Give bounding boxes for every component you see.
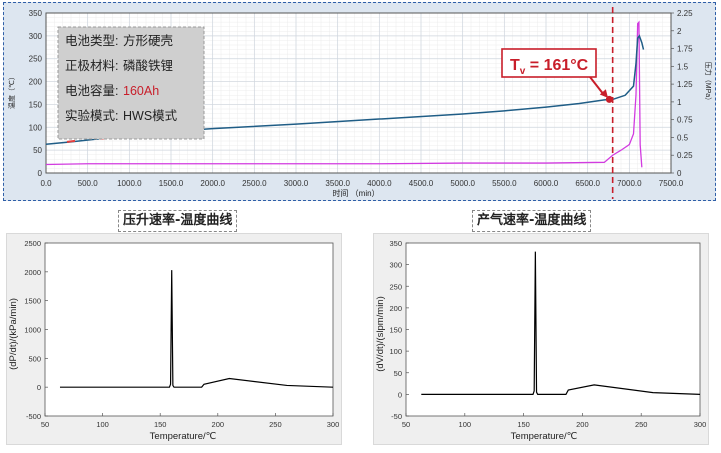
right-chart-title: 产气速率-温度曲线 [472, 210, 592, 232]
main-x-tick-label: 6500.0 [575, 179, 600, 188]
info-box: 电池类型: 方形硬壳 正极材料: 磷酸铁锂 电池容量: 160Ah 实验模式: … [57, 26, 205, 140]
main-x-tick-label: 7000.0 [617, 179, 642, 188]
x-tick-label: 250 [635, 420, 648, 429]
main-x-tick-label: 3000.0 [284, 179, 309, 188]
y-tick-label: 50 [394, 369, 402, 378]
main-x-tick-label: 1500.0 [159, 179, 184, 188]
main-y-tick-label: 150 [29, 100, 43, 109]
y-tick-label: 2000 [24, 268, 41, 277]
main-y2-tick-label: 1.5 [677, 62, 689, 71]
y-tick-label: 350 [389, 239, 402, 248]
main-y2-tick-label: 0.5 [677, 133, 689, 142]
main-y-tick-label: 300 [29, 32, 43, 41]
y-tick-label: 300 [389, 261, 402, 270]
y-tick-label: 0 [398, 390, 402, 399]
left-chart-title: 压升速率-温度曲线 [118, 210, 238, 232]
y-tick-label: 200 [389, 304, 402, 313]
main-x-tick-label: 4500.0 [409, 179, 434, 188]
main-x-tick-label: 3500.0 [325, 179, 350, 188]
main-x-tick-label: 5000.0 [450, 179, 475, 188]
x-tick-label: 50 [41, 420, 49, 429]
tv-point-marker [605, 95, 613, 103]
main-y-tick-label: 100 [29, 123, 43, 132]
main-y-tick-label: 200 [29, 78, 43, 87]
x-tick-label: 100 [96, 420, 109, 429]
y-tick-label: 0 [37, 383, 41, 392]
info-value-capacity: 160Ah [123, 84, 159, 98]
y-tick-label: 250 [389, 282, 402, 291]
right-x-axis-label: Temperature/℃ [511, 431, 578, 442]
info-label-capacity: 电池容量: [65, 83, 118, 98]
x-tick-label: 50 [402, 420, 410, 429]
info-value-mode: HWS模式 [123, 109, 178, 123]
main-y2-tick-label: 0.75 [677, 116, 693, 125]
x-tick-label: 200 [212, 420, 225, 429]
main-y-ticks: 0 50 100 150 200 250 300 350 [29, 9, 43, 178]
main-y2-tick-label: 1.75 [677, 45, 693, 54]
main-y2-tick-label: 1.25 [677, 80, 693, 89]
right-plot-area [405, 242, 701, 417]
x-tick-label: 100 [459, 420, 472, 429]
main-chart: 0.0 500.0 1000.0 1500.0 2000.0 2500.0 3000.0 35… [7, 7, 713, 199]
left-x-axis-label: Temperature/℃ [150, 431, 217, 442]
main-x-tick-label: 500.0 [78, 179, 99, 188]
main-x-tick-label: 7500.0 [659, 179, 684, 188]
right-y-axis-label: (dV/dt)/(slpm/min) [375, 296, 386, 371]
main-x-tick-label: 1000.0 [117, 179, 142, 188]
main-x-tick-label: 2000.0 [200, 179, 225, 188]
main-x-tick-label: 2500.0 [242, 179, 267, 188]
main-chart-panel: 0.0 500.0 1000.0 1500.0 2000.0 2500.0 3000.0 35… [3, 2, 716, 201]
main-x-tick-label: 0.0 [40, 179, 52, 188]
main-x-tick-label: 6000.0 [534, 179, 559, 188]
main-y-axis-label: 温度（℃） [7, 73, 16, 109]
x-tick-label: 250 [269, 420, 282, 429]
y-tick-label: 100 [389, 347, 402, 356]
y-tick-label: 150 [389, 326, 402, 335]
x-tick-label: 150 [154, 420, 167, 429]
pressure-rate-chart-panel: 50 100 150 200 250 300 -500 0 500 1000 1500 2000 250… [6, 233, 342, 445]
y-tick-label: 2500 [24, 239, 41, 248]
pressure-rate-chart: 50 100 150 200 250 300 -500 0 500 1000 1500 2000 250… [8, 239, 340, 442]
y-tick-label: 1000 [24, 326, 41, 335]
x-tick-label: 300 [694, 420, 707, 429]
main-y-tick-label: 0 [38, 169, 43, 178]
info-label-type: 电池类型: [65, 34, 118, 48]
left-y-axis-label: (dP/dt)/(kPa/min) [8, 298, 19, 370]
y-tick-label: -50 [391, 412, 402, 421]
main-x-ticks: 0.0 500.0 1000.0 1500.0 2000.0 2500.0 3000.0 35… [40, 179, 683, 188]
main-x-tick-label: 4000.0 [367, 179, 392, 188]
info-label-mode: 实验模式: [65, 108, 118, 123]
x-tick-label: 150 [517, 420, 530, 429]
info-value-type: 方形硬壳 [123, 33, 173, 48]
y-tick-label: 500 [28, 354, 41, 363]
main-y2-tick-label: 0 [677, 169, 682, 178]
main-y2-tick-label: 1 [677, 98, 682, 107]
x-tick-label: 200 [576, 420, 589, 429]
main-y2-tick-label: 2 [677, 27, 682, 36]
main-x-axis-label: 时间 （min） [332, 188, 379, 198]
main-y-tick-label: 250 [29, 55, 43, 64]
gas-rate-chart: 50 100 150 200 250 300 -50 0 50 100 150 200 250 300 35… [375, 239, 707, 442]
gas-rate-chart-panel: 50 100 150 200 250 300 -50 0 50 100 150 200 250 300 35… [373, 233, 709, 445]
left-plot-area [44, 242, 334, 417]
main-y-tick-label: 50 [33, 146, 42, 155]
main-y2-axis-label: 压力（MPa） [704, 62, 713, 104]
main-y2-tick-label: 2.25 [677, 9, 693, 18]
main-y2-ticks: 0 0.25 0.5 0.75 1 1.25 1.5 1.75 2 2.25 [671, 9, 693, 178]
x-tick-label: 300 [327, 420, 340, 429]
main-y-tick-label: 350 [29, 9, 43, 18]
info-value-cathode: 磷酸铁锂 [123, 58, 173, 73]
info-label-cathode: 正极材料: [65, 59, 118, 73]
y-tick-label: 1500 [24, 297, 41, 306]
main-x-tick-label: 5500.0 [492, 179, 517, 188]
y-tick-label: -500 [26, 412, 41, 421]
temperature-marker-segment [66, 139, 76, 143]
main-y2-tick-label: 0.25 [677, 151, 693, 160]
